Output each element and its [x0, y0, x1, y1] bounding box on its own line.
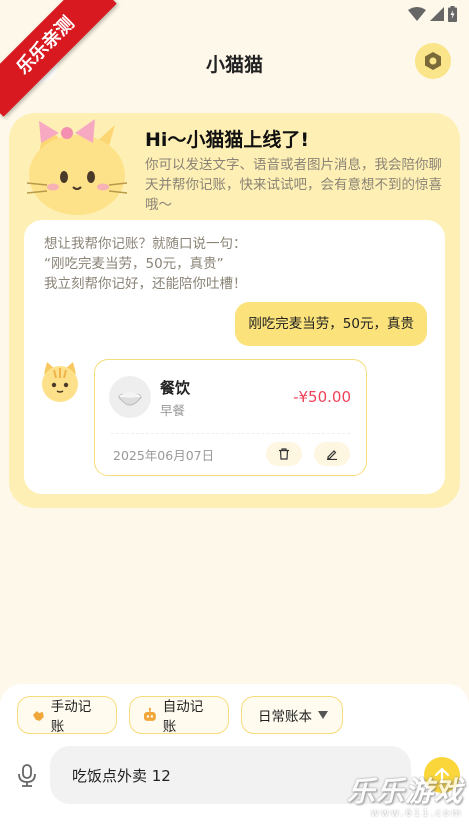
- watermark-text: 乐乐游戏: [346, 775, 463, 808]
- battery-icon: [448, 6, 457, 22]
- cat-avatar-icon: [42, 362, 78, 402]
- delete-record-button[interactable]: [266, 442, 302, 466]
- status-icons: [408, 6, 457, 22]
- watermark: 乐乐游戏 www.611.com: [347, 770, 463, 819]
- ledger-label: 日常账本: [258, 709, 312, 725]
- food-bowl-icon: [109, 376, 151, 418]
- microphone-icon[interactable]: [14, 762, 40, 788]
- record-date: 2025年06月07日: [113, 448, 215, 463]
- settings-button[interactable]: [415, 43, 451, 79]
- ledger-select[interactable]: 日常账本: [241, 696, 343, 734]
- page-title: 小猫猫: [205, 54, 263, 76]
- greeting-title: Hi～小猫猫上线了!: [145, 129, 310, 151]
- conversation-area: 想让我帮你记账？就随口说一句： “刚吃完麦当劳，50元，真贵” 我立刻帮你记好，…: [24, 220, 445, 494]
- manual-entry-label: 手动记账: [50, 699, 92, 735]
- record-divider: [111, 433, 350, 434]
- wifi-icon: [408, 7, 426, 21]
- signal-icon: [430, 7, 444, 21]
- greeting-text: 你可以发送文字、语音或者图片消息，我会陪你聊天并帮你记账，快来试试吧，会有意想不…: [145, 157, 442, 213]
- auto-entry-button[interactable]: 自动记账: [129, 696, 229, 735]
- record-category: 餐饮: [160, 379, 191, 397]
- user-message-bubble: 刚吃完麦当劳，50元，真贵: [235, 302, 427, 346]
- chat-card: Hi～小猫猫上线了! 你可以发送文字、语音或者图片消息，我会陪你聊天并帮你记账，…: [9, 113, 460, 508]
- auto-entry-label: 自动记账: [162, 699, 204, 735]
- caret-down-icon: [318, 711, 328, 719]
- robot-icon: [143, 707, 156, 721]
- manual-entry-button[interactable]: 手动记账: [17, 696, 117, 735]
- cat-mascot-icon: [26, 119, 128, 215]
- hint-text: 想让我帮你记账？就随口说一句： “刚吃完麦当劳，50元，真贵” 我立刻帮你记好，…: [44, 236, 247, 292]
- record-subcategory: 早餐: [160, 403, 186, 418]
- record-card[interactable]: 餐饮 早餐 -¥50.00 2025年06月07日: [94, 359, 367, 476]
- record-amount: -¥50.00: [293, 388, 351, 406]
- edit-record-button[interactable]: [314, 442, 350, 466]
- trash-icon: [279, 448, 289, 460]
- hexagon-settings-icon: [425, 52, 441, 70]
- hand-pointer-icon: [32, 711, 44, 721]
- pencil-icon: [327, 450, 337, 460]
